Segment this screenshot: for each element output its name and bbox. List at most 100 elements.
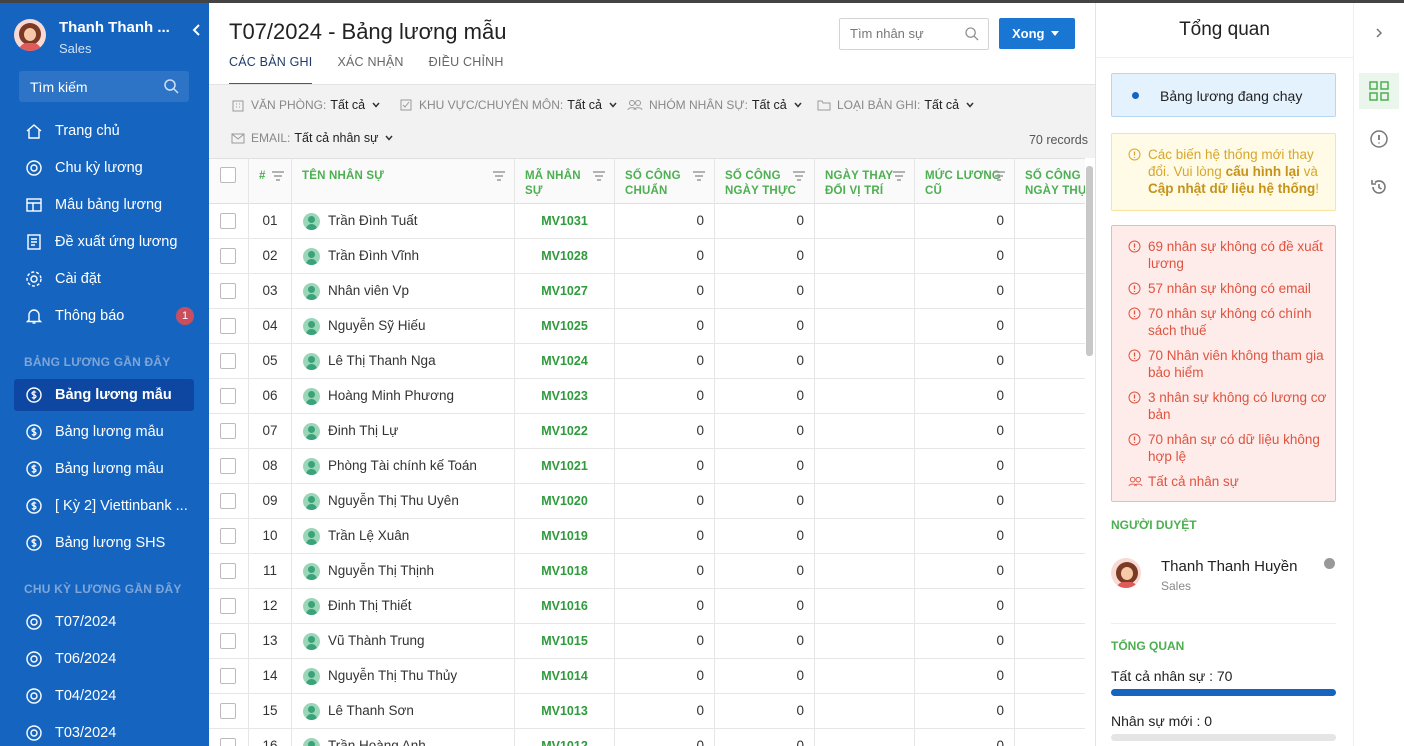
tab-records[interactable]: CÁC BẢN GHI [229, 55, 313, 85]
column-position-change[interactable]: NGÀY THAY ĐỔI VỊ TRÍ [815, 159, 915, 204]
actual-days-2-cell[interactable] [1015, 204, 1085, 238]
employee-search-input[interactable] [850, 19, 960, 47]
actual-days-cell[interactable]: 0 [715, 379, 815, 413]
table-row[interactable]: 08 Phòng Tài chính kế Toán MV1021 0 0 0 [209, 449, 1085, 484]
table-row[interactable]: 05 Lê Thị Thanh Nga MV1024 0 0 0 [209, 344, 1085, 379]
reconfigure-link[interactable]: cấu hình lại [1226, 164, 1300, 179]
position-change-cell[interactable] [815, 344, 915, 378]
table-row[interactable]: 12 Đinh Thị Thiết MV1016 0 0 0 [209, 589, 1085, 624]
old-salary-cell[interactable]: 0 [915, 554, 1015, 588]
actual-days-2-cell[interactable] [1015, 309, 1085, 343]
sidebar-item-salary-cycle[interactable]: Chu kỳ lương [14, 152, 194, 184]
actual-days-cell[interactable]: 0 [715, 344, 815, 378]
old-salary-cell[interactable]: 0 [915, 589, 1015, 623]
filter-icon[interactable] [592, 170, 606, 182]
standard-days-cell[interactable]: 0 [615, 239, 715, 273]
employee-name-cell[interactable]: Lê Thanh Sơn [292, 694, 515, 728]
actual-days-cell[interactable]: 0 [715, 204, 815, 238]
old-salary-cell[interactable]: 0 [915, 274, 1015, 308]
filter-icon[interactable] [271, 170, 285, 182]
standard-days-cell[interactable]: 0 [615, 274, 715, 308]
position-change-cell[interactable] [815, 239, 915, 273]
employee-name-cell[interactable]: Vũ Thành Trung [292, 624, 515, 658]
tab-confirm[interactable]: XÁC NHẬN [337, 55, 403, 85]
recent-payroll-item[interactable]: [ Kỳ 2] Viettinbank ... [14, 490, 194, 522]
employee-code-cell[interactable]: MV1022 [515, 414, 615, 448]
employee-code-cell[interactable]: MV1028 [515, 239, 615, 273]
employee-name-cell[interactable]: Nguyễn Thị Thu Uyên [292, 484, 515, 518]
sidebar-item-settings[interactable]: Cài đặt [14, 263, 194, 295]
employee-code-cell[interactable]: MV1014 [515, 659, 615, 693]
row-checkbox[interactable] [220, 703, 236, 719]
employee-code-cell[interactable]: MV1013 [515, 694, 615, 728]
filter-area[interactable]: KHU VỰC/CHUYÊN MÔN: Tất cả [399, 98, 618, 112]
employee-name-cell[interactable]: Đinh Thị Lự [292, 414, 515, 448]
table-row[interactable]: 14 Nguyễn Thị Thu Thủy MV1014 0 0 0 [209, 659, 1085, 694]
actual-days-cell[interactable]: 0 [715, 554, 815, 588]
overview-view-button[interactable] [1359, 73, 1399, 109]
standard-days-cell[interactable]: 0 [615, 729, 715, 746]
recent-payroll-item[interactable]: Bảng lương mẫu [14, 379, 194, 411]
all-staff-link[interactable]: Tất cả nhân sự [1112, 473, 1337, 490]
employee-code-cell[interactable]: MV1019 [515, 519, 615, 553]
error-no-tax-policy[interactable]: 70 nhân sự không có chính sách thuế [1112, 305, 1337, 339]
row-checkbox[interactable] [220, 318, 236, 334]
column-old-salary[interactable]: MỨC LƯƠNG CŨ [915, 159, 1015, 204]
recent-cycle-item[interactable]: T06/2024 [14, 643, 194, 675]
actual-days-cell[interactable]: 0 [715, 659, 815, 693]
old-salary-cell[interactable]: 0 [915, 694, 1015, 728]
actual-days-2-cell[interactable] [1015, 484, 1085, 518]
select-all-checkbox[interactable] [220, 167, 236, 183]
info-button[interactable] [1359, 121, 1399, 157]
old-salary-cell[interactable]: 0 [915, 624, 1015, 658]
table-row[interactable]: 03 Nhân viên Vp MV1027 0 0 0 [209, 274, 1085, 309]
employee-name-cell[interactable]: Trần Lệ Xuân [292, 519, 515, 553]
error-no-salary-proposal[interactable]: 69 nhân sự không có đề xuất lương [1112, 238, 1337, 272]
employee-name-cell[interactable]: Phòng Tài chính kế Toán [292, 449, 515, 483]
employee-code-cell[interactable]: MV1012 [515, 729, 615, 746]
actual-days-cell[interactable]: 0 [715, 484, 815, 518]
employee-name-cell[interactable]: Nguyễn Sỹ Hiếu [292, 309, 515, 343]
position-change-cell[interactable] [815, 519, 915, 553]
filter-icon[interactable] [492, 170, 506, 182]
filter-icon[interactable] [992, 170, 1006, 182]
column-name[interactable]: TÊN NHÂN SỰ [292, 159, 515, 204]
old-salary-cell[interactable]: 0 [915, 659, 1015, 693]
actual-days-2-cell[interactable] [1015, 379, 1085, 413]
old-salary-cell[interactable]: 0 [915, 449, 1015, 483]
sidebar-item-payroll-template[interactable]: Mẫu bảng lương [14, 189, 194, 221]
error-no-base-salary[interactable]: 3 nhân sự không có lương cơ bản [1112, 389, 1337, 423]
standard-days-cell[interactable]: 0 [615, 484, 715, 518]
recent-payroll-item[interactable]: Bảng lương mẫu [14, 416, 194, 448]
row-checkbox[interactable] [220, 633, 236, 649]
recent-payroll-item[interactable]: Bảng lương mẫu [14, 453, 194, 485]
actual-days-cell[interactable]: 0 [715, 449, 815, 483]
position-change-cell[interactable] [815, 659, 915, 693]
old-salary-cell[interactable]: 0 [915, 484, 1015, 518]
actual-days-2-cell[interactable] [1015, 659, 1085, 693]
sidebar-item-notifications[interactable]: Thông báo 1 [14, 300, 194, 332]
position-change-cell[interactable] [815, 484, 915, 518]
standard-days-cell[interactable]: 0 [615, 554, 715, 588]
actual-days-cell[interactable]: 0 [715, 239, 815, 273]
filter-record-type[interactable]: LOẠI BẢN GHI: Tất cả [817, 98, 975, 112]
tab-adjust[interactable]: ĐIỀU CHỈNH [429, 55, 504, 85]
table-row[interactable]: 07 Đinh Thị Lự MV1022 0 0 0 [209, 414, 1085, 449]
standard-days-cell[interactable]: 0 [615, 449, 715, 483]
position-change-cell[interactable] [815, 554, 915, 588]
employee-code-cell[interactable]: MV1023 [515, 379, 615, 413]
row-checkbox[interactable] [220, 248, 236, 264]
filter-office[interactable]: VĂN PHÒNG: Tất cả [231, 98, 381, 112]
employee-code-cell[interactable]: MV1021 [515, 449, 615, 483]
row-checkbox[interactable] [220, 563, 236, 579]
old-salary-cell[interactable]: 0 [915, 519, 1015, 553]
old-salary-cell[interactable]: 0 [915, 344, 1015, 378]
column-code[interactable]: MÃ NHÂN SỰ [515, 159, 615, 204]
old-salary-cell[interactable]: 0 [915, 729, 1015, 746]
table-row[interactable]: 09 Nguyễn Thị Thu Uyên MV1020 0 0 0 [209, 484, 1085, 519]
old-salary-cell[interactable]: 0 [915, 309, 1015, 343]
expand-panel-button[interactable] [1359, 15, 1399, 51]
filter-icon[interactable] [692, 170, 706, 182]
table-row[interactable]: 11 Nguyễn Thị Thịnh MV1018 0 0 0 [209, 554, 1085, 589]
actual-days-cell[interactable]: 0 [715, 274, 815, 308]
